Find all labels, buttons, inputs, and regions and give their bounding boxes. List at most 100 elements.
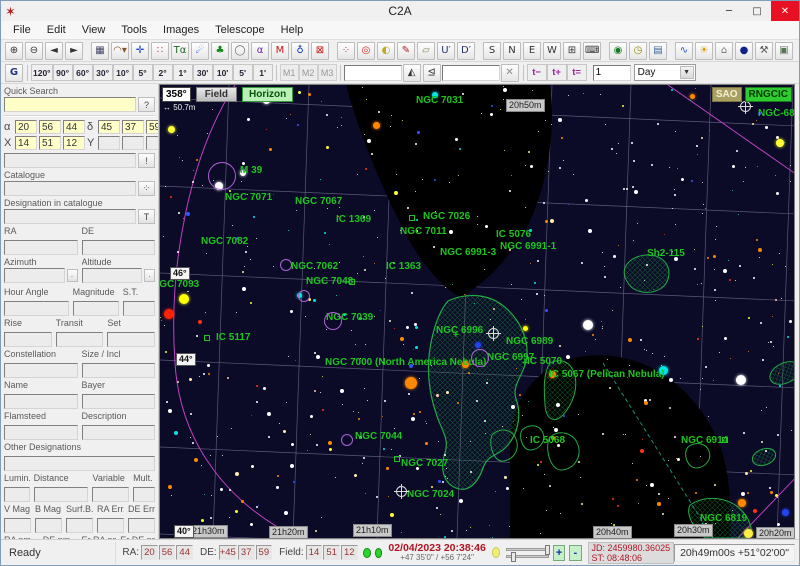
designation-tool-button[interactable]: T [138,209,155,224]
size-incl-field[interactable] [81,363,155,378]
dso-label[interactable]: NGC 6996 [436,325,483,336]
menu-edit[interactable]: Edit [39,22,74,38]
minimize-button[interactable]: ─ [715,1,743,21]
dso-label[interactable]: NGC 7062 [291,261,338,272]
x1-field[interactable] [15,136,37,150]
v-mag-field[interactable] [4,518,31,533]
fov-button-5'[interactable]: 5' [232,64,253,81]
grid-toggle-button[interactable]: ▦ [91,41,109,60]
target-marker-icon[interactable] [738,99,753,114]
mult-field[interactable] [133,487,156,502]
center-view-button[interactable]: ✛ [131,41,149,60]
dso-label[interactable]: NGC 6991-1 [500,241,556,252]
fov-button-30'[interactable]: 30' [192,64,213,81]
variable-field[interactable] [92,487,130,502]
target-marker-icon[interactable] [394,484,409,499]
cluster-circle-icon[interactable] [208,162,236,190]
rise-field[interactable] [4,332,52,347]
object-plus-icon[interactable]: + [522,359,528,369]
keyboard-button[interactable]: ⌨ [583,41,601,60]
transit-field[interactable] [55,332,104,347]
dso-label[interactable]: M 39 [240,165,262,176]
magnitude-field[interactable] [72,301,119,316]
altitude-more-button[interactable]: . [144,269,155,282]
dso-label[interactable]: IC 5068 [530,435,565,446]
azimuth-more-button[interactable]: . [66,269,78,282]
south-button[interactable]: S [483,41,501,60]
object-info-button[interactable]: ! [138,153,155,168]
set-field[interactable] [107,332,156,347]
designation-field[interactable] [4,209,136,224]
dec-m-field[interactable] [122,120,144,134]
moon-phase-button[interactable]: ◐ [377,41,395,60]
altitude-field[interactable] [81,268,142,283]
fov-button-30°[interactable]: 30° [92,64,113,81]
dec-d-field[interactable] [98,120,120,134]
panels-button[interactable]: ▤ [649,41,667,60]
dec-s-field[interactable] [146,120,158,134]
fov-button-5°[interactable]: 5° [132,64,153,81]
fov-button-2°[interactable]: 2° [152,64,173,81]
fov-button-90°[interactable]: 90° [52,64,73,81]
time-slider-2[interactable] [506,551,549,562]
time-step-input[interactable] [592,64,631,81]
object-title-field[interactable] [4,153,136,168]
flamsteed-field[interactable] [4,425,78,440]
time-button-0[interactable]: t− [526,64,547,81]
bright-star[interactable] [372,121,380,129]
cluster-circle-icon[interactable] [324,312,342,330]
earth-globe-button[interactable]: ♁ [291,41,309,60]
messier-button[interactable]: M [271,41,289,60]
dso-label[interactable]: NGC 7024 [407,489,454,500]
bright-star[interactable] [179,294,189,304]
description-field[interactable] [81,425,155,440]
comet-button[interactable]: ☄ [191,41,209,60]
sidereal-time-field[interactable] [122,301,155,316]
ra-h-field[interactable] [15,120,37,134]
b-mag-field[interactable] [35,518,62,533]
clock-button[interactable]: ◷ [629,41,647,60]
west-button[interactable]: W [543,41,561,60]
slider-thumb[interactable] [511,551,517,562]
time-unit-select[interactable]: Day ▼ [633,64,696,81]
tools-button[interactable]: ⚒ [755,41,773,60]
y1-field[interactable] [98,136,120,150]
time-minus-button[interactable]: - [569,544,582,561]
clear-button[interactable]: ✕ [500,63,519,82]
target-marker-icon[interactable] [486,326,501,341]
fov-button-10'[interactable]: 10' [212,64,233,81]
de-field[interactable] [81,240,155,255]
cluster-circle-icon[interactable] [341,434,353,446]
ra-err-field[interactable] [97,518,124,533]
horizon-mode-button[interactable]: Horizon [242,87,294,102]
surf-b-field[interactable] [66,518,93,533]
maximize-button[interactable]: □ [743,1,771,21]
forward-button[interactable]: ► [65,41,83,60]
dso-label[interactable]: NGC 6989 [506,336,553,347]
dso-label[interactable]: IC 1363 [386,261,421,272]
ellipse-button[interactable]: ◯ [231,41,249,60]
sky-map[interactable]: NGC 7031 NGC-681 M 39 NGC 7071 NGC 7067 NGC 7… [160,85,794,538]
dso-label[interactable]: NGC 7027 [401,458,448,469]
dso-label[interactable]: NGC 7026 [423,211,470,222]
dso-label[interactable]: NGC-681 [758,108,794,119]
bayer-field[interactable] [81,394,155,409]
fov-button-120°[interactable]: 120° [31,64,53,81]
distance-field[interactable] [33,487,89,502]
dso-label[interactable]: NGC 6991-3 [440,247,496,258]
labels-button[interactable]: Tα [171,41,189,60]
observatory-dome-button[interactable]: ⌂ [715,41,733,60]
zoom-out-button[interactable]: ⊖ [25,41,43,60]
slider-thumb[interactable] [545,544,551,555]
north-button[interactable]: N [503,41,521,60]
dso-label[interactable]: NGC 7093 [160,279,199,290]
bright-star[interactable] [522,325,528,331]
camera-button[interactable]: ▣ [775,41,793,60]
menu-tools[interactable]: Tools [113,22,155,38]
time-button-2[interactable]: t= [566,64,587,81]
dso-label[interactable]: IC 5117 [216,332,250,343]
dso-label[interactable]: NGC 6819 [700,513,747,524]
flip-vertical-button[interactable]: ⊴ [422,63,441,82]
bright-star[interactable] [583,320,593,330]
globe-button[interactable]: ◉ [609,41,627,60]
